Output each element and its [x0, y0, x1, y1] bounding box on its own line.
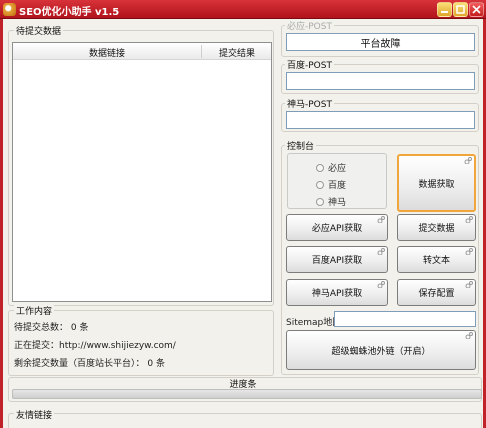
- shenma-api-button[interactable]: 神马API获取: [286, 279, 388, 306]
- minimize-button[interactable]: [437, 2, 452, 17]
- corner-decoration-icon: [464, 157, 472, 164]
- radio-baidu-label: 百度: [328, 181, 347, 191]
- corner-decoration-icon: [377, 281, 385, 288]
- convert-text-button[interactable]: 转文本: [397, 246, 476, 273]
- spider-pool-button[interactable]: 超级蜘蛛池外链（开启）: [286, 330, 476, 370]
- minimize-icon: [441, 11, 448, 13]
- bing-api-button[interactable]: 必应API获取: [286, 214, 388, 241]
- pending-data-title: 待提交数据: [14, 24, 64, 37]
- corner-decoration-icon: [465, 216, 473, 223]
- window-title: SEO优化小助手 v1.5: [19, 7, 120, 18]
- corner-decoration-icon: [377, 248, 385, 255]
- engine-select-panel: 必应 百度 神马: [287, 153, 387, 209]
- bing-post-title: 必应-POST: [285, 19, 334, 32]
- radio-circle-icon: [316, 163, 324, 172]
- bing-post-field[interactable]: 平台故障: [286, 33, 475, 51]
- console-title: 控制台: [285, 139, 317, 152]
- pending-data-table[interactable]: 数据链接 提交结果: [12, 42, 272, 302]
- close-button[interactable]: [469, 2, 484, 17]
- friend-links-group: [8, 413, 482, 428]
- remaining-count-text: 剩余提交数量（百度站长平台）： 0 条: [14, 359, 165, 369]
- column-header-result[interactable]: 提交结果: [202, 46, 272, 59]
- submitting-url-text: 正在提交：http://www.shijiezyw.com/: [14, 341, 176, 351]
- corner-decoration-icon: [465, 248, 473, 255]
- save-config-button[interactable]: 保存配置: [397, 279, 476, 306]
- sitemap-input[interactable]: [334, 311, 476, 327]
- shenma-post-title: 神马-POST: [285, 97, 334, 110]
- radio-baidu[interactable]: 百度: [316, 178, 346, 191]
- radio-circle-icon: [316, 180, 324, 189]
- radio-circle-icon: [316, 197, 324, 206]
- baidu-api-button[interactable]: 百度API获取: [286, 246, 388, 273]
- friend-links-title: 友情链接: [14, 408, 55, 421]
- shenma-post-field[interactable]: [286, 111, 475, 129]
- work-content-title: 工作内容: [14, 304, 55, 317]
- radio-bing-label: 必应: [328, 164, 347, 174]
- maximize-button[interactable]: [453, 2, 468, 17]
- fetch-data-button[interactable]: 数据获取: [397, 154, 476, 212]
- baidu-post-title: 百度-POST: [285, 58, 334, 71]
- submit-data-button[interactable]: 提交数据: [397, 214, 476, 241]
- title-bar[interactable]: SEO优化小助手 v1.5: [0, 0, 486, 19]
- maximize-icon: [456, 5, 465, 14]
- radio-bing[interactable]: 必应: [316, 161, 346, 174]
- close-icon: [472, 5, 481, 14]
- pending-count-text: 待提交总数： 0 条: [14, 323, 89, 333]
- column-header-link[interactable]: 数据链接: [13, 46, 201, 59]
- corner-decoration-icon: [465, 281, 473, 288]
- app-icon: [3, 3, 16, 16]
- progress-bar: [12, 389, 482, 399]
- corner-decoration-icon: [465, 332, 473, 339]
- radio-shenma-label: 神马: [328, 198, 347, 208]
- radio-shenma[interactable]: 神马: [316, 195, 346, 208]
- corner-decoration-icon: [377, 216, 385, 223]
- baidu-post-field[interactable]: [286, 72, 475, 90]
- table-header: 数据链接 提交结果: [13, 43, 271, 60]
